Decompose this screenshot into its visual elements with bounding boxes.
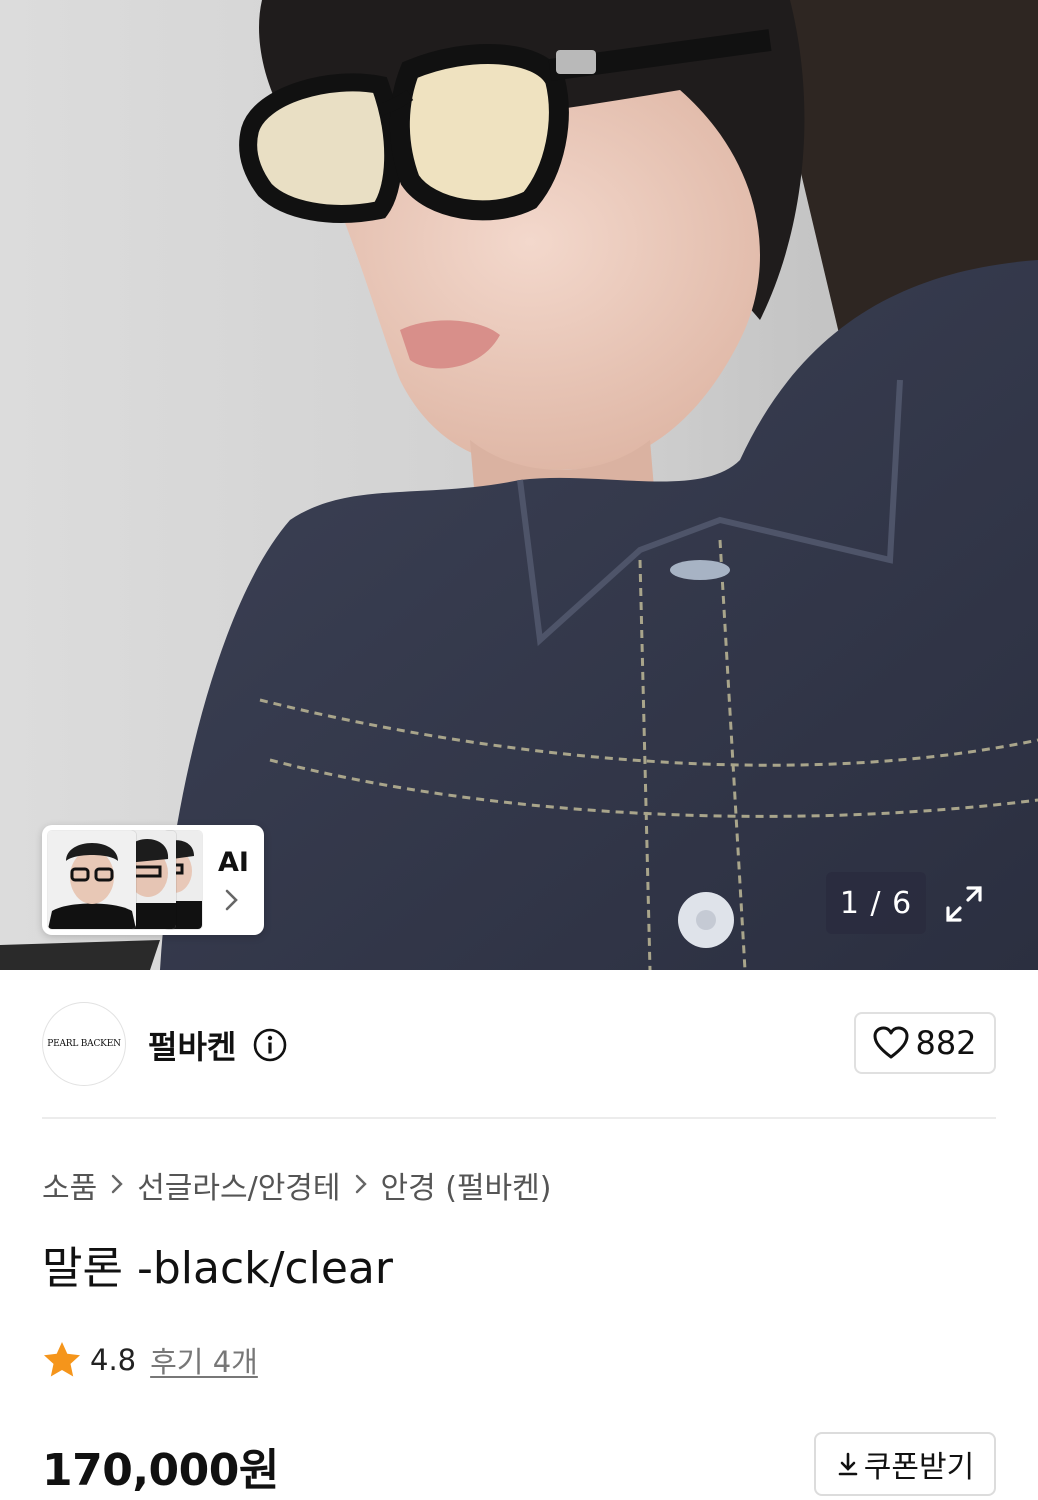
rating-value: 4.8	[90, 1343, 137, 1377]
chevron-right-icon	[341, 1168, 381, 1203]
like-count: 882	[915, 1024, 977, 1062]
download-icon	[838, 1452, 858, 1476]
rating-row: 4.8 후기 4개	[42, 1336, 258, 1384]
brand-logo[interactable]: PEARL BACKEN	[42, 1002, 126, 1086]
ai-thumbnail	[48, 831, 136, 929]
ai-thumbnail	[130, 831, 176, 929]
product-image[interactable]: AI 1 / 6	[0, 0, 1038, 970]
breadcrumb: 소품 선글라스/안경테 안경 (펄바켄)	[42, 1162, 551, 1208]
chevron-right-icon	[225, 889, 238, 911]
breadcrumb-item[interactable]: 선글라스/안경테	[137, 1163, 340, 1207]
chevron-right-icon	[97, 1168, 137, 1203]
breadcrumb-item[interactable]: 소품	[42, 1163, 97, 1207]
heart-icon	[873, 1026, 909, 1059]
reviews-link[interactable]: 후기 4개	[150, 1339, 258, 1381]
star-icon	[44, 1342, 80, 1377]
product-title: 말론 -black/clear	[42, 1243, 393, 1294]
image-pager: 1 / 6	[826, 872, 926, 934]
breadcrumb-item[interactable]: 안경 (펄바켄)	[381, 1163, 552, 1207]
coupon-button[interactable]: 쿠폰받기	[814, 1432, 996, 1496]
info-icon[interactable]	[252, 1027, 288, 1063]
brand-name[interactable]: 펄바켄	[148, 1022, 236, 1068]
brand-row: PEARL BACKEN 펄바켄 882	[42, 1002, 996, 1086]
price: 170,000원	[42, 1445, 279, 1496]
coupon-label: 쿠폰받기	[863, 1450, 975, 1485]
ai-thumbnail-stack	[48, 831, 208, 929]
divider	[42, 1117, 996, 1119]
expand-icon[interactable]	[940, 880, 988, 928]
like-button[interactable]: 882	[854, 1012, 996, 1074]
ai-label: AI	[218, 847, 249, 878]
ai-try-on-card[interactable]: AI	[42, 825, 264, 935]
